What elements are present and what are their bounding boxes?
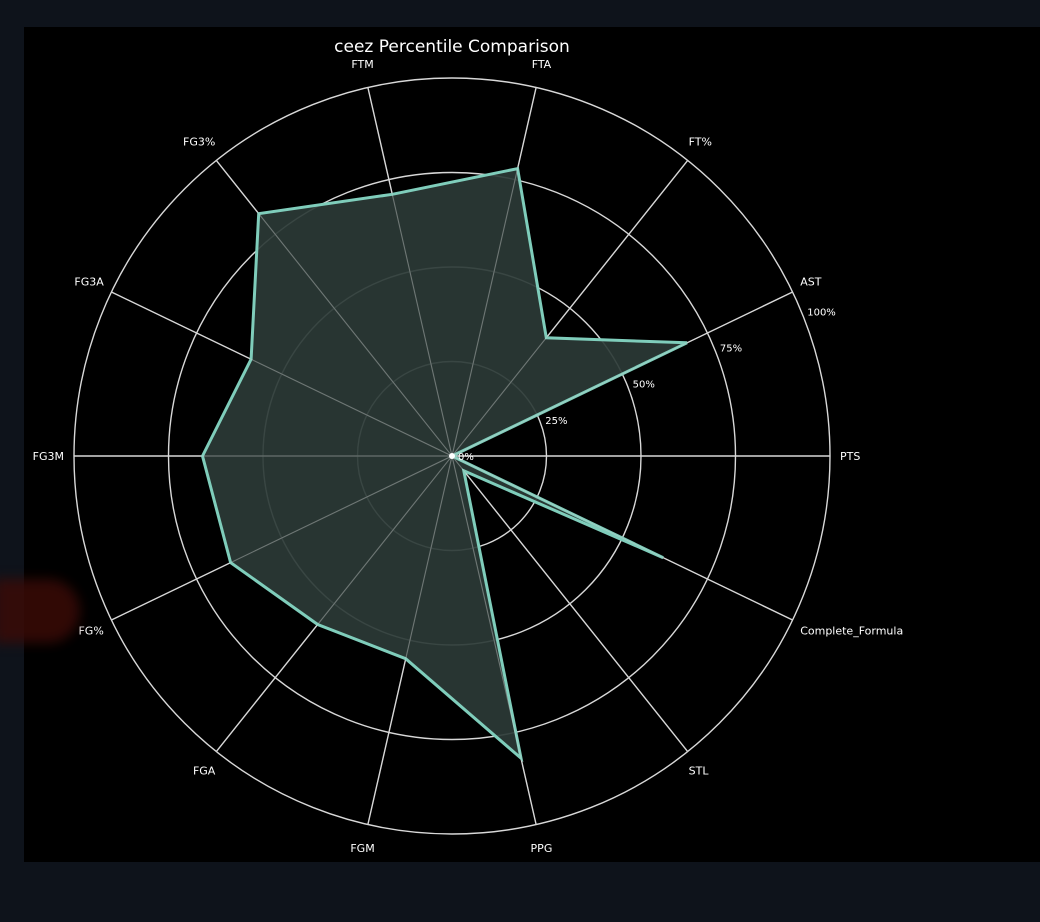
category-label: FG3M <box>33 450 64 463</box>
series-layer <box>74 87 830 825</box>
category-label: FG3% <box>183 136 215 149</box>
radial-tick-label: 75% <box>720 344 742 355</box>
category-label: FGA <box>193 764 216 777</box>
radial-tick-label: 100% <box>807 307 836 318</box>
category-label: FGM <box>350 842 374 855</box>
category-label: FTA <box>532 58 552 71</box>
category-label: FTM <box>351 58 373 71</box>
radial-tick-label: 50% <box>633 380 655 391</box>
category-label: FG% <box>78 624 103 637</box>
background-glow <box>0 579 80 643</box>
series-area <box>202 168 687 759</box>
category-label: AST <box>800 276 822 289</box>
chart-title: ceez Percentile Comparison <box>334 37 570 57</box>
radial-tick-label: 0% <box>458 452 474 463</box>
category-label: FG3A <box>74 276 104 289</box>
category-label: FT% <box>689 136 712 149</box>
radar-chart: ceez Percentile Comparison 0% 25% 50% 75% 10… <box>33 37 904 855</box>
category-label: PTS <box>840 450 860 463</box>
chart-panel: ceez Percentile Comparison 0% 25% 50% 75% 10… <box>0 27 1040 862</box>
grid-spoke-overlay <box>451 455 793 621</box>
category-label: PPG <box>531 842 553 855</box>
category-label: Complete_Formula <box>800 624 903 637</box>
center-point <box>449 453 455 459</box>
category-label: STL <box>689 764 710 777</box>
radial-tick-label: 25% <box>545 416 567 427</box>
